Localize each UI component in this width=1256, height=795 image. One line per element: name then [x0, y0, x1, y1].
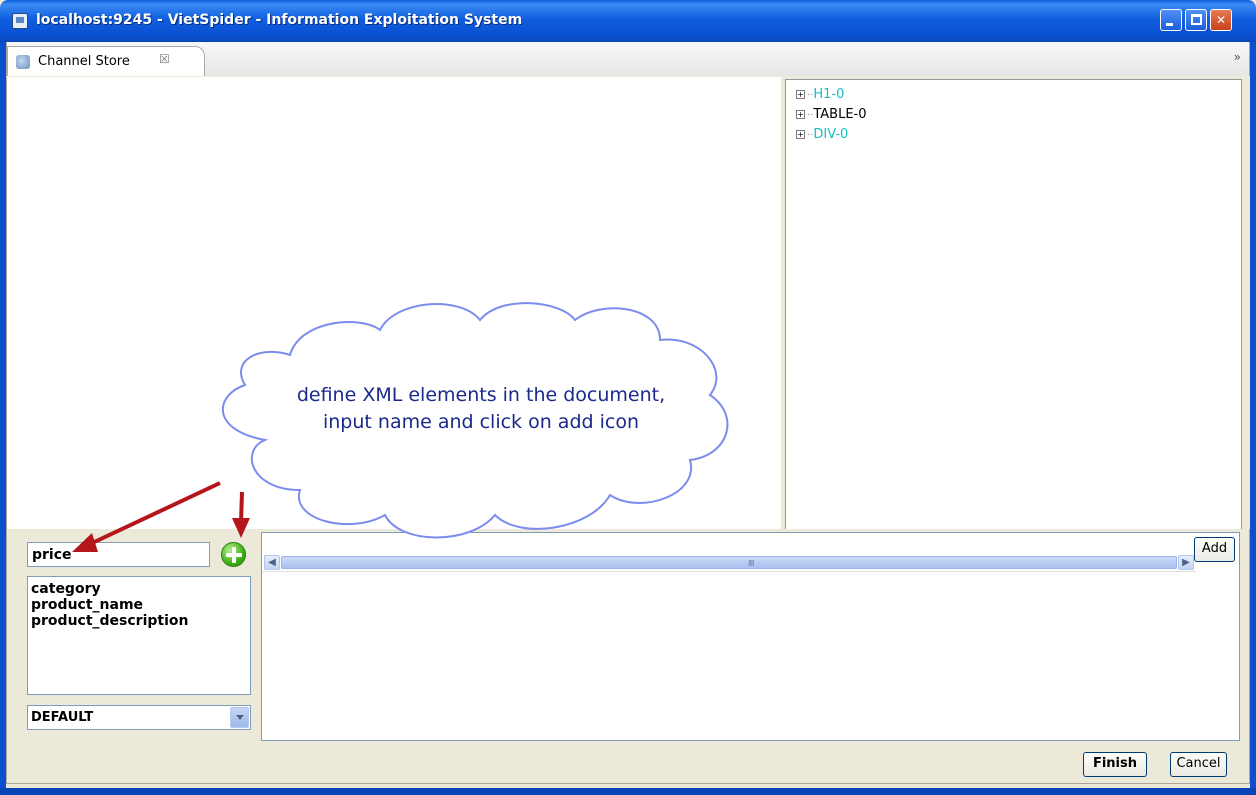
list-item[interactable]: product_description: [31, 613, 247, 629]
window-titlebar: localhost:9245 - VietSpider - Informatio…: [0, 0, 1256, 42]
list-item[interactable]: category: [31, 581, 247, 597]
tab-bar: Channel Store ☒ »: [6, 42, 1250, 76]
list-item[interactable]: product_name: [31, 597, 247, 613]
element-list[interactable]: category product_name product_descriptio…: [27, 576, 251, 695]
expand-icon[interactable]: +: [796, 110, 805, 119]
window-frame-right: [1250, 42, 1256, 788]
scroll-right-icon[interactable]: ▶: [1178, 555, 1194, 570]
minimize-icon: [1166, 23, 1173, 26]
tree-node-label: TABLE-0: [813, 107, 867, 122]
scroll-left-icon[interactable]: ◀: [264, 555, 280, 570]
cancel-button[interactable]: Cancel: [1170, 752, 1227, 777]
xml-preview-panel[interactable]: ◀ IIII ▶: [261, 532, 1240, 741]
horizontal-scrollbar[interactable]: ◀ IIII ▶: [262, 553, 1196, 572]
tree-node-div[interactable]: + ··DIV-0: [796, 127, 848, 142]
dom-tree-pane[interactable]: + ··H1-0 + ··TABLE-0 + ··DIV-0: [785, 79, 1242, 531]
maximize-button[interactable]: [1185, 9, 1207, 31]
scrollbar-thumb[interactable]: IIII: [281, 556, 1177, 569]
expand-icon[interactable]: +: [796, 90, 805, 99]
chevron-down-icon[interactable]: [230, 707, 249, 728]
close-icon: ✕: [1215, 13, 1227, 27]
maximize-icon: [1191, 14, 1202, 25]
element-name-input[interactable]: price: [27, 542, 210, 567]
document-browser-pane[interactable]: [6, 77, 781, 529]
app-icon: [12, 13, 28, 29]
add-element-icon[interactable]: [221, 542, 246, 567]
close-button[interactable]: ✕: [1210, 9, 1232, 31]
add-button[interactable]: Add: [1194, 537, 1235, 562]
tree-node-label: DIV-0: [813, 127, 849, 142]
tab-close-icon[interactable]: ☒: [159, 52, 170, 66]
tab-label: Channel Store: [38, 54, 130, 69]
expand-icon[interactable]: +: [796, 130, 805, 139]
tree-node-table[interactable]: + ··TABLE-0: [796, 107, 867, 122]
channel-store-icon: [16, 55, 30, 69]
xml-definition-panel: price category product_name product_desc…: [6, 529, 1250, 784]
tab-channel-store[interactable]: Channel Store ☒: [7, 46, 205, 76]
mode-select[interactable]: DEFAULT: [27, 705, 251, 730]
window-title: localhost:9245 - VietSpider - Informatio…: [36, 12, 523, 28]
mode-select-value: DEFAULT: [31, 710, 94, 725]
annotation-text: define XML elements in the document, inp…: [296, 384, 666, 433]
view-menu-chevron-icon[interactable]: »: [1234, 50, 1241, 64]
finish-button[interactable]: Finish: [1083, 752, 1147, 777]
window-frame-bottom: [0, 788, 1256, 795]
tree-node-h1[interactable]: + ··H1-0: [796, 87, 844, 102]
minimize-button[interactable]: [1160, 9, 1182, 31]
tree-node-label: H1-0: [813, 87, 845, 102]
scrollbar-grip: IIII: [748, 559, 755, 568]
